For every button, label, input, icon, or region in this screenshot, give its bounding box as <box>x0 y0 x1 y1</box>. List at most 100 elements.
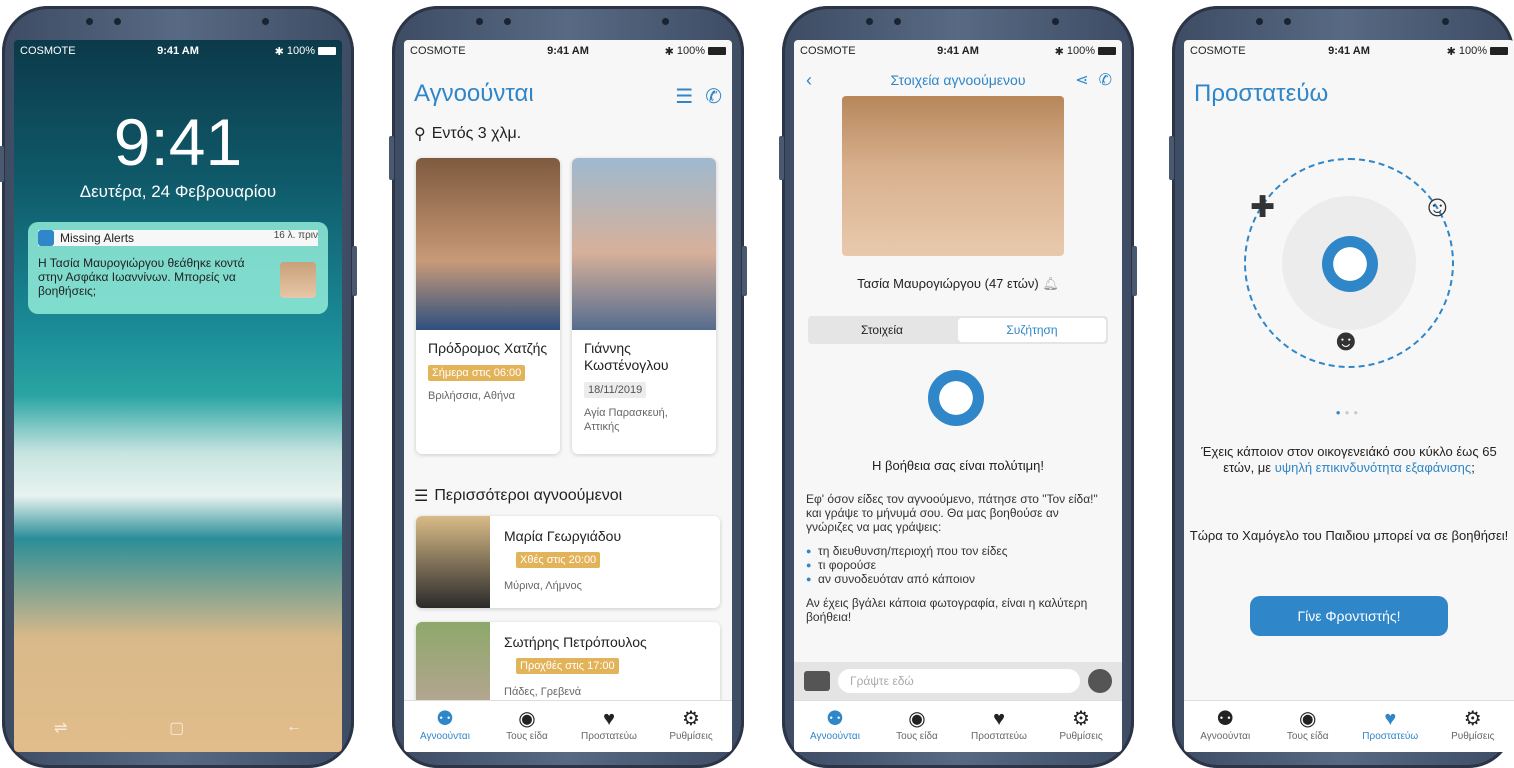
elderly-people-icon: ☻ <box>1330 324 1362 357</box>
tab-settings[interactable]: ⚙ Ρυθμίσεις <box>650 701 732 752</box>
help-title: Η βοήθεια σας είναι πολύτιμη! <box>871 458 1044 473</box>
date-badge: 18/11/2019 <box>584 382 647 398</box>
tab-protect[interactable]: ♥ Προστατεύω <box>568 701 650 752</box>
nav-bar: ‹ Στοιχεία αγνοούμενου ⋖ ✆ <box>794 66 1122 94</box>
tab-bar: ⚉ Αγνοούνται ◉ Τους είδα ♥ Προστατεύω ⚙ Ρυθμ… <box>1184 700 1514 752</box>
segment-details[interactable]: Στοιχεία <box>808 316 956 344</box>
heart-icon: ♥ <box>603 708 615 730</box>
notification-card[interactable]: Missing Alerts 16 λ. πριν Η Τασία Μαυρογ… <box>28 222 328 314</box>
protect-question: Έχεις κάποιον στον οικογενειάκό σου κύκλ… <box>1201 444 1497 475</box>
camera-icon[interactable] <box>804 671 830 691</box>
phone-frame-list: COSMOTE 9:41 AM ✱ 100% Αγνοούνται ☰ ✆ ⚲ Εντ… <box>389 6 747 768</box>
help-list: τη διευθυνση/περιοχή που τον είδες τι φο… <box>806 544 1108 586</box>
status-bar: COSMOTE 9:41 AM ✱ 100% <box>404 40 732 62</box>
tab-seen[interactable]: ◉ Τους είδα <box>876 701 958 752</box>
become-caregiver-button[interactable]: Γίνε Φροντιστής! <box>1250 596 1448 636</box>
lock-date: Δευτέρα, 24 Φεβρουαρίου <box>79 182 277 201</box>
person-photo <box>842 96 1064 256</box>
date-badge: Χθές στις 20:00 <box>516 552 601 568</box>
eye-icon: ◉ <box>518 708 536 730</box>
notification-body: Η Τασία Μαυρογιώργου θεάθηκε κοντά στην … <box>38 256 245 298</box>
missing-person-row[interactable]: Μαρία Γεωργιάδου Χθές στις 20:00 Μύρινα,… <box>416 516 720 608</box>
missing-list-screen: COSMOTE 9:41 AM ✱ 100% Αγνοούνται ☰ ✆ ⚲ Εντ… <box>404 40 732 752</box>
notification-app-name: Missing Alerts <box>60 231 135 245</box>
person-photo <box>416 516 490 608</box>
bluetooth-icon: ✱ <box>1446 45 1456 58</box>
tab-missing[interactable]: ⚉ Αγνοούνται <box>404 701 486 752</box>
tab-settings[interactable]: ⚙ Ρυθμίσεις <box>1040 701 1122 752</box>
eye-icon: ◉ <box>908 708 926 730</box>
tab-protect[interactable]: ♥ Προστατεύω <box>1349 701 1432 752</box>
protect-message: Τώρα το Χαμόγελο του Παιδιου μπορεί να σ… <box>1189 528 1509 543</box>
notification-time: 16 λ. πριν <box>273 230 318 241</box>
tab-bar: ⚉ Αγνοούνται ◉ Τους είδα ♥ Προστατεύω ⚙ Ρυθμ… <box>404 700 732 752</box>
nav-title: Στοιχεία αγνοούμενου <box>890 72 1026 88</box>
battery-icon <box>318 47 336 55</box>
tab-missing[interactable]: ⚉ Αγνοούνται <box>1184 701 1267 752</box>
back-icon[interactable]: ← <box>286 718 302 738</box>
phone-icon[interactable]: ✆ <box>1099 70 1112 90</box>
tab-bar: ⚉ Αγνοούνται ◉ Τους είδα ♥ Προστατεύω ⚙ Ρυθμ… <box>794 700 1122 752</box>
risk-link[interactable]: υψηλή επικινδυνότητα εξαφάνισης <box>1275 460 1471 475</box>
bluetooth-icon: ✱ <box>664 45 674 58</box>
filter-icon[interactable]: ☰ <box>675 84 693 109</box>
heart-icon: ♥ <box>1384 708 1397 730</box>
person-search-icon: ⚉ <box>1216 708 1235 730</box>
lock-screen: COSMOTE 9:41 AM ✱ 100% 9:41 Δευτέρα, 24 Φ… <box>14 40 342 752</box>
missing-alerts-app-icon <box>38 230 54 246</box>
battery-label: 100% <box>1066 45 1095 57</box>
missing-person-card[interactable]: Πρόδρομος Χατζής Σήμερα στις 06:00 Βριλή… <box>416 158 560 454</box>
person-photo <box>416 158 560 330</box>
home-icon[interactable]: ▢ <box>169 718 184 738</box>
protect-screen: COSMOTE 9:41 AM ✱ 100% Προστατεύω ✚ ☺ ☻ ●… <box>1184 40 1514 752</box>
status-bar: COSMOTE 9:41 AM ✱ 100% <box>14 40 342 62</box>
share-icon[interactable]: ⋖ <box>1075 70 1088 90</box>
person-detail-screen: COSMOTE 9:41 AM ✱ 100% ‹ Στοιχεία αγνοούμ… <box>794 40 1122 752</box>
message-composer: Γράψτε εδώ <box>794 662 1122 700</box>
bell-icon[interactable]: 🔔︎ <box>1042 276 1059 291</box>
help-intro: Εφ' όσον είδες τον αγνοούμενο, πάτησε στ… <box>806 492 1098 534</box>
help-outro: Αν έχεις βγάλει κάποια φωτογραφία, είναι… <box>806 596 1088 624</box>
brain-icon: ☺ <box>1422 190 1453 223</box>
person-location: Αγία Παρασκευή, Αττικής <box>584 407 668 433</box>
microphone-icon[interactable] <box>1088 669 1112 693</box>
page-title: Προστατεύω <box>1194 80 1329 107</box>
status-bar: COSMOTE 9:41 AM ✱ 100% <box>1184 40 1514 62</box>
date-badge: Σήμερα στις 06:00 <box>428 365 526 381</box>
phone-frame-lockscreen: COSMOTE 9:41 AM ✱ 100% 9:41 Δευτέρα, 24 Φ… <box>0 6 357 768</box>
medicine-icon: ✚ <box>1250 191 1276 224</box>
battery-icon <box>1098 47 1116 55</box>
segmented-control: Στοιχεία Συζήτηση <box>808 316 1108 344</box>
tab-missing[interactable]: ⚉ Αγνοούνται <box>794 701 876 752</box>
battery-icon <box>708 47 726 55</box>
tab-protect[interactable]: ♥ Προστατεύω <box>958 701 1040 752</box>
tab-settings[interactable]: ⚙ Ρυθμίσεις <box>1432 701 1514 752</box>
person-location: Πάδες, Γρεβενά <box>504 686 582 698</box>
battery-icon <box>1490 47 1508 55</box>
person-name-age: Τασία Μαυρογιώργου (47 ετών) 🔔︎ <box>857 276 1059 291</box>
phone-icon[interactable]: ✆ <box>705 84 722 109</box>
segment-discussion[interactable]: Συζήτηση <box>958 318 1106 342</box>
notification-thumbnail <box>280 262 316 298</box>
person-name: Γιάννης Κωστένογλου <box>584 340 669 373</box>
missing-person-card[interactable]: Γιάννης Κωστένογλου 18/11/2019 Αγία Παρα… <box>572 158 716 454</box>
page-indicator: ●●● <box>1335 408 1363 417</box>
person-search-icon: ⚉ <box>436 708 454 730</box>
person-name: Μαρία Γεωργιάδου <box>504 528 622 544</box>
recent-apps-icon[interactable]: ⇌ <box>54 718 67 738</box>
date-badge: Προχθές στις 17:00 <box>516 658 619 674</box>
lock-clock: 9:41 <box>113 105 243 179</box>
person-search-icon: ⚉ <box>826 708 844 730</box>
gear-icon: ⚙ <box>1072 708 1090 730</box>
page-title: Αγνοούνται <box>414 80 534 107</box>
tab-seen[interactable]: ◉ Τους είδα <box>486 701 568 752</box>
back-chevron-icon[interactable]: ‹ <box>806 70 812 91</box>
person-photo <box>572 158 716 330</box>
message-input[interactable]: Γράψτε εδώ <box>838 669 1080 693</box>
help-text: Εφ' όσον είδες τον αγνοούμενο, πάτησε στ… <box>806 492 1108 624</box>
phone-frame-detail: COSMOTE 9:41 AM ✱ 100% ‹ Στοιχεία αγνοούμ… <box>779 6 1137 768</box>
nearby-heading: ⚲ Εντός 3 χλμ. <box>414 125 522 143</box>
tab-seen[interactable]: ◉ Τους είδα <box>1267 701 1350 752</box>
phone-frame-protect: COSMOTE 9:41 AM ✱ 100% Προστατεύω ✚ ☺ ☻ ●… <box>1169 6 1514 768</box>
list-item: τι φορούσε <box>806 558 1108 572</box>
